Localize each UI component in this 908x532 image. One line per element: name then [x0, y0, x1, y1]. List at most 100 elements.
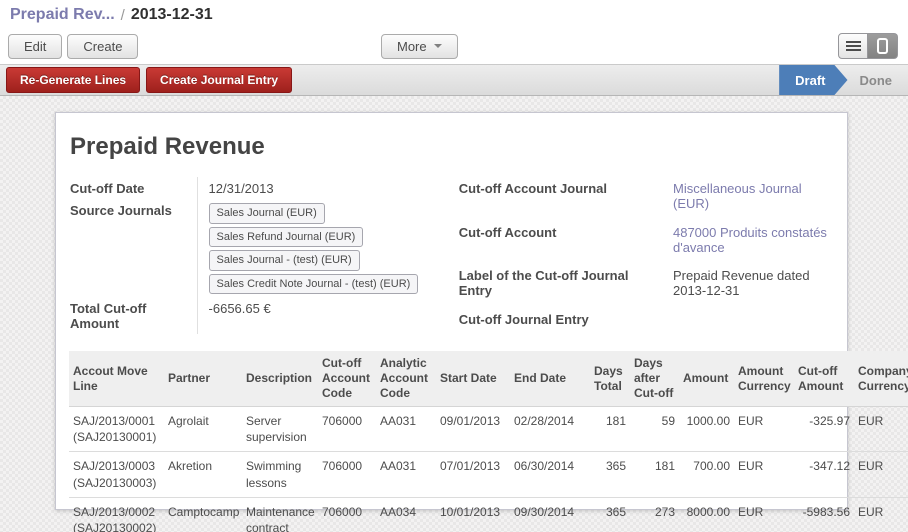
table-cell: AA031	[376, 407, 436, 452]
caret-down-icon	[434, 44, 442, 48]
cutoff-journal-entry-value	[662, 308, 833, 334]
table-cell: Camptocamp	[164, 497, 242, 532]
table-header-row: Accout Move Line Partner Description Cut…	[69, 351, 908, 407]
field-total-cutoff-amount: Total Cut-off Amount -6656.65 €	[70, 297, 433, 334]
field-cutoff-date: Cut-off Date 12/31/2013	[70, 177, 433, 199]
col-header-days-after-cutoff: Days after Cut-off	[630, 351, 679, 407]
statusbar: Re-Generate Lines Create Journal Entry D…	[0, 64, 908, 96]
table-cell: 02/28/2014	[510, 407, 590, 452]
col-header-start-date: Start Date	[436, 351, 510, 407]
table-cell: EUR	[854, 407, 908, 452]
col-header-move-line: Accout Move Line	[69, 351, 164, 407]
form-sheet: Prepaid Revenue Cut-off Date 12/31/2013 …	[55, 112, 848, 510]
list-view-button[interactable]	[838, 33, 868, 59]
table-cell: -347.12	[794, 452, 854, 497]
table-cell: SAJ/2013/0001 (SAJ20130001)	[69, 407, 164, 452]
source-journals-label: Source Journals	[70, 199, 197, 297]
journal-entry-label-label: Label of the Cut-off Journal Entry	[459, 264, 662, 308]
create-journal-entry-button[interactable]: Create Journal Entry	[146, 67, 292, 93]
table-cell: 09/30/2014	[510, 497, 590, 532]
table-cell: EUR	[734, 452, 794, 497]
table-cell: Server supervision	[242, 407, 318, 452]
table-cell: 365	[590, 452, 630, 497]
cutoff-date-value: 12/31/2013	[197, 177, 433, 199]
table-cell: Maintenance contract	[242, 497, 318, 532]
field-cutoff-account-journal: Cut-off Account Journal Miscellaneous Jo…	[459, 177, 833, 221]
col-header-amount-currency: Amount Currency	[734, 351, 794, 407]
col-header-end-date: End Date	[510, 351, 590, 407]
cutoff-account-journal-link[interactable]: Miscellaneous Journal (EUR)	[673, 181, 802, 211]
table-row[interactable]: SAJ/2013/0001 (SAJ20130001) Agrolait Ser…	[69, 407, 908, 452]
table-cell: 706000	[318, 407, 376, 452]
field-group-right: Cut-off Account Journal Miscellaneous Jo…	[459, 177, 833, 334]
table-cell: SAJ/2013/0003 (SAJ20130003)	[69, 452, 164, 497]
state-done-label: Done	[848, 65, 908, 95]
col-header-description: Description	[242, 351, 318, 407]
table-cell: 1000.00	[679, 407, 734, 452]
journal-entry-label-value: Prepaid Revenue dated 2013-12-31	[662, 264, 833, 308]
col-header-cutoff-amount: Cut-off Amount	[794, 351, 854, 407]
form-view-icon	[877, 38, 888, 54]
page-title: Prepaid Revenue	[70, 133, 847, 161]
col-header-cutoff-account-code: Cut-off Account Code	[318, 351, 376, 407]
col-header-amount: Amount	[679, 351, 734, 407]
table-cell: 8000.00	[679, 497, 734, 532]
table-cell: 07/01/2013	[436, 452, 510, 497]
regenerate-lines-button[interactable]: Re-Generate Lines	[6, 67, 140, 93]
main-area: Prepaid Revenue Cut-off Date 12/31/2013 …	[0, 96, 908, 532]
create-button[interactable]: Create	[67, 34, 138, 59]
edit-button[interactable]: Edit	[8, 34, 62, 59]
table-cell: 700.00	[679, 452, 734, 497]
total-cutoff-amount-value: -6656.65 €	[197, 297, 433, 334]
journal-tag: Sales Refund Journal (EUR)	[209, 227, 364, 248]
table-cell: SAJ/2013/0002 (SAJ20130002)	[69, 497, 164, 532]
table-row[interactable]: SAJ/2013/0003 (SAJ20130003) Akretion Swi…	[69, 452, 908, 497]
cutoff-date-label: Cut-off Date	[70, 177, 197, 199]
source-journals-value: Sales Journal (EUR) Sales Refund Journal…	[197, 199, 433, 297]
table-cell: -325.97	[794, 407, 854, 452]
cutoff-lines-table: Accout Move Line Partner Description Cut…	[69, 351, 908, 532]
table-cell: -5983.56	[794, 497, 854, 532]
list-view-icon	[846, 45, 861, 47]
more-button[interactable]: More	[381, 34, 458, 59]
breadcrumb-separator: /	[121, 7, 125, 24]
table-row[interactable]: SAJ/2013/0002 (SAJ20130002) Camptocamp M…	[69, 497, 908, 532]
field-groups: Cut-off Date 12/31/2013 Source Journals …	[56, 177, 847, 334]
total-cutoff-amount-label: Total Cut-off Amount	[70, 297, 197, 334]
source-journals-tags: Sales Journal (EUR) Sales Refund Journal…	[209, 203, 433, 294]
table-cell: 09/01/2013	[436, 407, 510, 452]
field-cutoff-journal-entry: Cut-off Journal Entry	[459, 308, 833, 334]
col-header-days-total: Days Total	[590, 351, 630, 407]
table-cell: EUR	[854, 497, 908, 532]
col-header-partner: Partner	[164, 351, 242, 407]
table-cell: 59	[630, 407, 679, 452]
table-cell: EUR	[734, 407, 794, 452]
form-view-button[interactable]	[868, 33, 898, 59]
cutoff-journal-entry-label: Cut-off Journal Entry	[459, 308, 662, 334]
cutoff-account-label: Cut-off Account	[459, 221, 662, 265]
state-widget: Draft Done	[779, 65, 908, 95]
field-source-journals: Source Journals Sales Journal (EUR) Sale…	[70, 199, 433, 297]
table-cell: 273	[630, 497, 679, 532]
field-cutoff-account: Cut-off Account 487000 Produits constaté…	[459, 221, 833, 265]
breadcrumb-current: 2013-12-31	[131, 6, 213, 24]
table-cell: AA034	[376, 497, 436, 532]
journal-tag: Sales Credit Note Journal - (test) (EUR)	[209, 274, 419, 295]
toolbar: Edit Create More	[0, 28, 908, 64]
table-cell: Swimming lessons	[242, 452, 318, 497]
table-cell: EUR	[734, 497, 794, 532]
table-cell: Agrolait	[164, 407, 242, 452]
more-button-label: More	[397, 39, 427, 54]
state-draft-badge: Draft	[779, 65, 847, 95]
field-journal-entry-label: Label of the Cut-off Journal Entry Prepa…	[459, 264, 833, 308]
table-cell: 06/30/2014	[510, 452, 590, 497]
cutoff-account-link[interactable]: 487000 Produits constatés d'avance	[673, 225, 827, 255]
col-header-company-currency: Company Currency	[854, 351, 908, 407]
breadcrumb-parent-link[interactable]: Prepaid Rev...	[10, 6, 115, 24]
journal-tag: Sales Journal - (test) (EUR)	[209, 250, 360, 271]
table-cell: 706000	[318, 497, 376, 532]
table-cell: 706000	[318, 452, 376, 497]
journal-tag: Sales Journal (EUR)	[209, 203, 325, 224]
col-header-analytic-account-code: Analytic Account Code	[376, 351, 436, 407]
table-cell: AA031	[376, 452, 436, 497]
